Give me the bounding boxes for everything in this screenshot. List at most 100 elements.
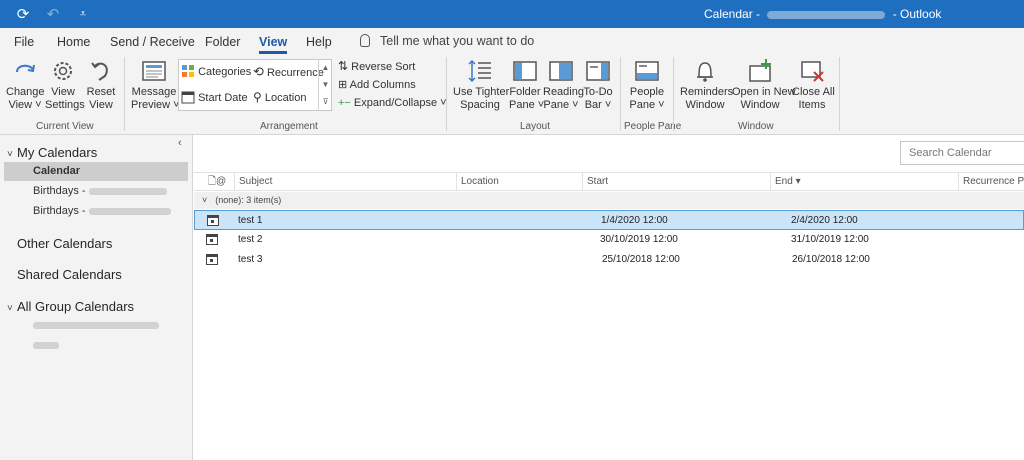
- outlook-window: ⟳ ↶ ⩡ Calendar - - Outlook File Home Sen…: [0, 0, 1024, 460]
- chevron-down-icon: ˅: [7, 303, 13, 314]
- search-input[interactable]: Search Calendar: [900, 141, 1024, 165]
- row-start: 1/4/2020 12:00: [601, 215, 668, 226]
- folder-pane: ‹ ˅ My Calendars Calendar Birthdays - Bir…: [0, 135, 193, 460]
- other-calendars-header[interactable]: Other Calendars: [17, 236, 112, 251]
- column-subject[interactable]: Subject: [234, 173, 456, 191]
- scroll-up-icon[interactable]: ▲: [319, 59, 332, 76]
- group-header-row[interactable]: ˅ (none): 3 item(s): [194, 192, 1024, 209]
- add-columns-button[interactable]: ⊞ Add Columns: [338, 78, 416, 91]
- group-separator: [673, 57, 674, 131]
- todo-bar-button[interactable]: To-Do Bar ˅: [582, 58, 614, 112]
- birthdays-label: Birthdays -: [33, 185, 86, 197]
- lightbulb-icon: [360, 34, 370, 47]
- column-header-row: 🗋@ Subject Location Start End ▾ Recurren…: [194, 172, 1024, 191]
- arrange-categories[interactable]: Categories: [181, 64, 251, 78]
- row-start: 25/10/2018 12:00: [602, 254, 680, 265]
- categories-icon: [182, 65, 194, 77]
- message-preview-button[interactable]: Message Preview ˅: [131, 58, 180, 112]
- change-view-label-1: Change: [6, 86, 45, 98]
- tighter-spacing-button[interactable]: Use Tighter Spacing: [453, 58, 509, 112]
- change-view-button[interactable]: Change View ˅: [6, 58, 45, 112]
- row-end: 2/4/2020 12:00: [791, 215, 858, 226]
- folder-pane-label-1: Folder: [509, 86, 541, 98]
- column-recurrence[interactable]: Recurrence Patte: [958, 173, 1024, 191]
- sidebar-item-birthdays-1[interactable]: Birthdays -: [4, 182, 188, 201]
- sidebar-item-group-1[interactable]: [4, 316, 188, 335]
- table-row[interactable]: test 2 30/10/2019 12:00 31/10/2019 12:00: [194, 230, 1024, 250]
- sidebar-item-group-2[interactable]: [4, 336, 188, 355]
- column-location[interactable]: Location: [456, 173, 582, 191]
- shared-calendars-header[interactable]: Shared Calendars: [17, 267, 122, 282]
- reset-view-button[interactable]: Reset View: [86, 58, 116, 112]
- undo-icon[interactable]: ↶: [44, 5, 62, 23]
- appointment-icon: [206, 254, 218, 265]
- reminders-window-button[interactable]: Reminders Window: [680, 58, 734, 112]
- group-separator: [620, 57, 621, 131]
- calendar-label: Calendar: [33, 165, 81, 177]
- customize-qat-icon[interactable]: ⩡: [74, 5, 92, 23]
- sidebar-item-calendar[interactable]: Calendar: [4, 162, 188, 181]
- tab-file[interactable]: File: [14, 35, 34, 49]
- recurrence-label: Recurrence: [266, 67, 324, 79]
- group-separator: [446, 57, 447, 131]
- reading-pane-label-2: Pane ˅: [543, 99, 579, 111]
- collapse-pane-icon[interactable]: ‹: [178, 137, 182, 149]
- more-icon[interactable]: ⊽: [319, 93, 332, 110]
- all-group-calendars-header[interactable]: ˅ All Group Calendars: [7, 299, 134, 314]
- tab-folder[interactable]: Folder: [205, 35, 240, 49]
- close-all-label-1: Close All: [792, 86, 835, 98]
- close-all-items-button[interactable]: Close All Items: [792, 58, 835, 112]
- reminders-label-1: Reminders: [680, 86, 734, 98]
- icon-columns[interactable]: 🗋@: [204, 173, 232, 191]
- reverse-sort-button[interactable]: ⇅ Reverse Sort: [338, 59, 415, 73]
- view-settings-button[interactable]: View Settings: [45, 58, 85, 112]
- folder-pane-label-2: Pane ˅: [509, 99, 545, 111]
- reset-view-label-2: View: [89, 99, 113, 111]
- sync-icon[interactable]: ⟳: [14, 5, 32, 23]
- my-calendars-header[interactable]: ˅ My Calendars: [7, 145, 97, 160]
- window-title-prefix: Calendar -: [704, 7, 761, 21]
- row-end: 26/10/2018 12:00: [792, 254, 870, 265]
- reading-pane-button[interactable]: Reading Pane ˅: [543, 58, 584, 112]
- group-label: (none): 3 item(s): [215, 195, 282, 205]
- blurred-account: [88, 207, 171, 215]
- calendar-icon: [181, 91, 195, 104]
- arrangement-gallery[interactable]: Categories ⟲ Recurrence Start Date ⚲ Loc…: [178, 59, 332, 111]
- tell-me-box[interactable]: Tell me what you want to do: [360, 34, 534, 48]
- blurred-account: [88, 187, 167, 195]
- sidebar-item-birthdays-2[interactable]: Birthdays -: [4, 202, 188, 221]
- tab-send-receive[interactable]: Send / Receive: [110, 35, 195, 49]
- column-end[interactable]: End ▾: [770, 173, 958, 191]
- tighter-spacing-label-2: Spacing: [460, 99, 500, 111]
- open-new-window-button[interactable]: Open in New Window: [732, 58, 796, 112]
- folder-pane-button[interactable]: Folder Pane ˅: [509, 58, 545, 112]
- arrange-recurrence[interactable]: ⟲ Recurrence: [253, 64, 324, 80]
- quick-access-toolbar: ⟳ ↶ ⩡: [14, 4, 92, 24]
- blurred-account: [767, 10, 886, 19]
- people-pane-label-1: People: [629, 86, 665, 98]
- chevron-down-icon[interactable]: ˅: [202, 195, 207, 205]
- reading-pane-icon: [547, 58, 575, 84]
- people-pane-button[interactable]: People Pane ˅: [628, 58, 666, 112]
- document-icon: 🗋: [208, 176, 217, 187]
- tab-home[interactable]: Home: [57, 35, 90, 49]
- scroll-down-icon[interactable]: ▼: [319, 76, 332, 93]
- tab-view[interactable]: View: [259, 35, 288, 54]
- arrange-start-date[interactable]: Start Date: [181, 90, 248, 104]
- row-end: 31/10/2019 12:00: [791, 234, 869, 245]
- close-all-label-2: Items: [798, 99, 826, 111]
- table-row[interactable]: test 1 1/4/2020 12:00 2/4/2020 12:00: [194, 210, 1024, 230]
- arrange-location[interactable]: ⚲ Location: [253, 90, 306, 104]
- appointment-icon: [207, 215, 219, 226]
- gallery-scroll[interactable]: ▲ ▼ ⊽: [318, 59, 332, 111]
- table-row[interactable]: test 3 25/10/2018 12:00 26/10/2018 12:00: [194, 250, 1024, 270]
- column-start[interactable]: Start: [582, 173, 770, 191]
- add-columns-icon: ⊞: [338, 79, 348, 91]
- expand-collapse-button[interactable]: +− Expand/Collapse ˅: [338, 97, 447, 109]
- expand-collapse-label: Expand/Collapse ˅: [353, 97, 447, 109]
- tab-help[interactable]: Help: [306, 35, 332, 49]
- add-columns-label: Add Columns: [349, 79, 416, 91]
- message-preview-icon: [140, 58, 168, 84]
- start-date-label: Start Date: [198, 92, 248, 104]
- my-calendars-label: My Calendars: [17, 145, 98, 160]
